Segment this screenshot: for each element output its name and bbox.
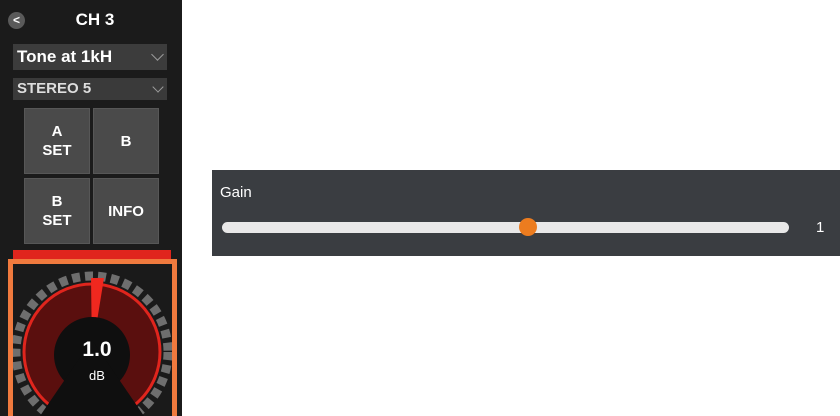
gain-label: Gain [220, 184, 252, 201]
gain-value: 1 [816, 219, 825, 236]
gain-panel: Gain 1 [212, 170, 840, 256]
knob-unit: dB [89, 368, 105, 383]
channel-strip: < CH 3 Tone at 1kH STEREO 5 A SET B B SE… [0, 0, 182, 416]
gain-slider-track[interactable] [222, 222, 789, 233]
knob-value: 1.0 [82, 338, 112, 361]
gain-slider-thumb[interactable] [519, 218, 538, 236]
